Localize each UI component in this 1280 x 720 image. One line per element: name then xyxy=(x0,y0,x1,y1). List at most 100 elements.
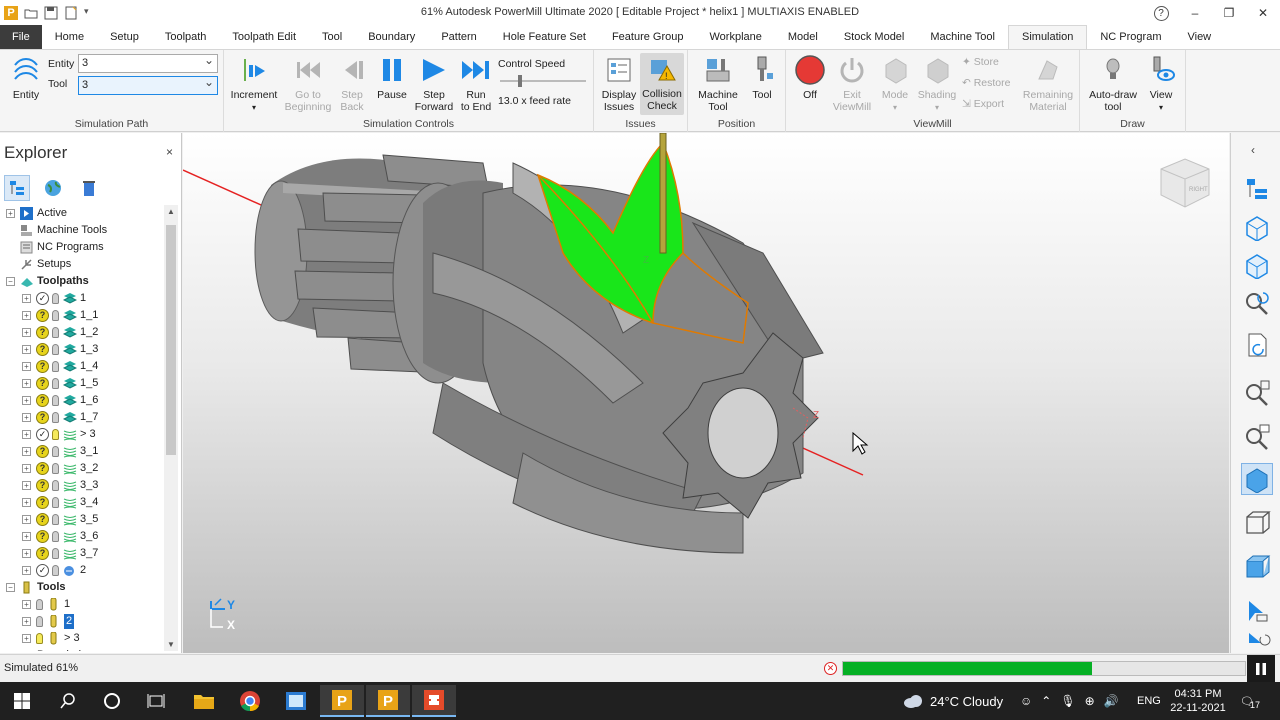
speed-slider[interactable] xyxy=(500,75,586,87)
expand-icon[interactable]: + xyxy=(22,413,31,422)
visibility-bulb-icon[interactable] xyxy=(52,395,59,406)
tab-home[interactable]: Home xyxy=(42,26,97,49)
visibility-bulb-icon[interactable] xyxy=(52,446,59,457)
expand-icon[interactable]: + xyxy=(22,464,31,473)
expand-icon[interactable]: + xyxy=(6,209,15,218)
globe-icon[interactable] xyxy=(40,175,66,201)
tab-file[interactable]: File xyxy=(0,25,42,49)
tree-view-icon[interactable] xyxy=(4,175,30,201)
wireframe-view-icon[interactable] xyxy=(1241,507,1273,539)
tab-stock-model[interactable]: Stock Model xyxy=(831,26,918,49)
expand-icon[interactable]: + xyxy=(22,379,31,388)
tab-setup[interactable]: Setup xyxy=(97,26,152,49)
view-toolbar-collapse-icon[interactable]: ‹ xyxy=(1251,143,1255,157)
tab-toolpath[interactable]: Toolpath xyxy=(152,26,220,49)
expand-icon[interactable]: + xyxy=(22,294,31,303)
notification-center[interactable]: 🗨 17 xyxy=(1240,682,1260,720)
tree-item[interactable]: +? 3_5 xyxy=(0,511,164,528)
tree-item[interactable]: +? 1_6 xyxy=(0,392,164,409)
tab-simulation[interactable]: Simulation xyxy=(1008,25,1088,49)
restore-viewmill-button[interactable]: ↶ Restore xyxy=(962,77,1010,89)
expand-icon[interactable]: + xyxy=(22,362,31,371)
select-arrow-icon[interactable] xyxy=(1241,595,1273,627)
tree-item[interactable]: +? 3_7 xyxy=(0,545,164,562)
tab-feature-group[interactable]: Feature Group xyxy=(599,26,697,49)
visibility-bulb-icon[interactable] xyxy=(52,344,59,355)
expand-icon[interactable]: + xyxy=(22,447,31,456)
expand-icon[interactable]: + xyxy=(22,430,31,439)
expand-icon[interactable]: + xyxy=(22,345,31,354)
tree-item[interactable]: +1 xyxy=(0,596,164,613)
expand-icon[interactable]: + xyxy=(22,498,31,507)
visibility-bulb-icon[interactable] xyxy=(52,293,59,304)
tree-item[interactable]: +? 1_5 xyxy=(0,375,164,392)
tree-item[interactable]: +? 3_1 xyxy=(0,443,164,460)
tab-hole-feature-set[interactable]: Hole Feature Set xyxy=(490,26,599,49)
view-cube-icon[interactable] xyxy=(1241,249,1273,281)
shaded-view-icon[interactable] xyxy=(1241,463,1273,495)
expand-icon[interactable]: + xyxy=(22,549,31,558)
tree-item[interactable]: +? 3_2 xyxy=(0,460,164,477)
taskbar-powermill-1[interactable]: P xyxy=(320,685,364,717)
expand-icon[interactable]: + xyxy=(22,311,31,320)
restore-button[interactable]: ❐ xyxy=(1212,0,1246,26)
expand-icon[interactable]: + xyxy=(22,515,31,524)
tab-nc-program[interactable]: NC Program xyxy=(1087,26,1174,49)
collapse-icon[interactable]: − xyxy=(6,583,15,592)
pause-button[interactable]: Pause xyxy=(374,54,410,101)
stop-simulation-button[interactable]: ✕ xyxy=(824,662,837,675)
remaining-material-button[interactable]: Remaining Material xyxy=(1020,54,1076,113)
task-view-button[interactable] xyxy=(134,685,178,717)
zoom-box-icon[interactable] xyxy=(1241,421,1273,453)
go-to-beginning-button[interactable]: Go to Beginning xyxy=(284,54,332,113)
expand-icon[interactable]: + xyxy=(22,566,31,575)
visibility-bulb-icon[interactable] xyxy=(52,378,59,389)
tree-item[interactable]: +2 xyxy=(0,613,164,630)
visibility-bulb-icon[interactable] xyxy=(52,565,59,576)
volume-icon[interactable]: 🔊 xyxy=(1104,694,1119,708)
help-button[interactable]: ? xyxy=(1144,0,1178,26)
tab-tool[interactable]: Tool xyxy=(309,26,355,49)
language-indicator[interactable]: ENG xyxy=(1137,682,1161,720)
tool-select[interactable]: 3 xyxy=(78,75,218,95)
view-cube[interactable]: RIGHT xyxy=(1160,158,1210,208)
tab-model[interactable]: Model xyxy=(775,26,831,49)
scroll-down-icon[interactable]: ▼ xyxy=(167,640,175,649)
taskbar-powermill-2[interactable]: P xyxy=(366,685,410,717)
tab-pattern[interactable]: Pattern xyxy=(428,26,489,49)
show-hidden-icons-icon[interactable]: ⌃ xyxy=(1041,694,1051,708)
shaded-wireframe-icon[interactable] xyxy=(1241,551,1273,583)
search-button[interactable] xyxy=(46,685,90,717)
tree-item[interactable]: Setups xyxy=(0,256,164,273)
tab-workplane[interactable]: Workplane xyxy=(696,26,774,49)
auto-draw-tool-button[interactable]: Auto-draw tool xyxy=(1084,54,1142,113)
taskbar-chrome[interactable] xyxy=(228,685,272,717)
visibility-bulb-icon[interactable] xyxy=(52,429,59,440)
cortana-button[interactable] xyxy=(90,685,134,717)
visibility-bulb-icon[interactable] xyxy=(52,463,59,474)
expand-icon[interactable]: + xyxy=(22,532,31,541)
pause-overlay-button[interactable] xyxy=(1247,655,1275,683)
expand-icon[interactable]: + xyxy=(22,634,31,643)
tree-item[interactable]: Machine Tools xyxy=(0,222,164,239)
mode-button[interactable]: Mode ▾ xyxy=(876,54,914,114)
refresh-document-icon[interactable] xyxy=(1241,329,1273,361)
tab-boundary[interactable]: Boundary xyxy=(355,26,428,49)
tree-item[interactable]: − Toolpaths xyxy=(0,273,164,290)
tab-machine-tool[interactable]: Machine Tool xyxy=(917,26,1008,49)
visibility-bulb-icon[interactable] xyxy=(36,616,43,627)
step-forward-button[interactable]: Step Forward xyxy=(412,54,456,113)
tree-item[interactable]: + Active xyxy=(0,205,164,222)
visibility-bulb-icon[interactable] xyxy=(52,497,59,508)
tree-item[interactable]: +? 1_3 xyxy=(0,341,164,358)
collapse-icon[interactable]: − xyxy=(6,277,15,286)
rotate-select-icon[interactable] xyxy=(1241,629,1273,651)
tree-item[interactable]: + ✓ 2 xyxy=(0,562,164,579)
zoom-refresh-icon[interactable] xyxy=(1241,287,1273,319)
tree-item[interactable]: +Boundaries xyxy=(0,647,164,651)
visibility-bulb-icon[interactable] xyxy=(36,633,43,644)
tree-item[interactable]: +? 1_4 xyxy=(0,358,164,375)
speed-slider-thumb[interactable] xyxy=(518,75,522,87)
expand-icon[interactable]: + xyxy=(22,328,31,337)
visibility-bulb-icon[interactable] xyxy=(52,480,59,491)
